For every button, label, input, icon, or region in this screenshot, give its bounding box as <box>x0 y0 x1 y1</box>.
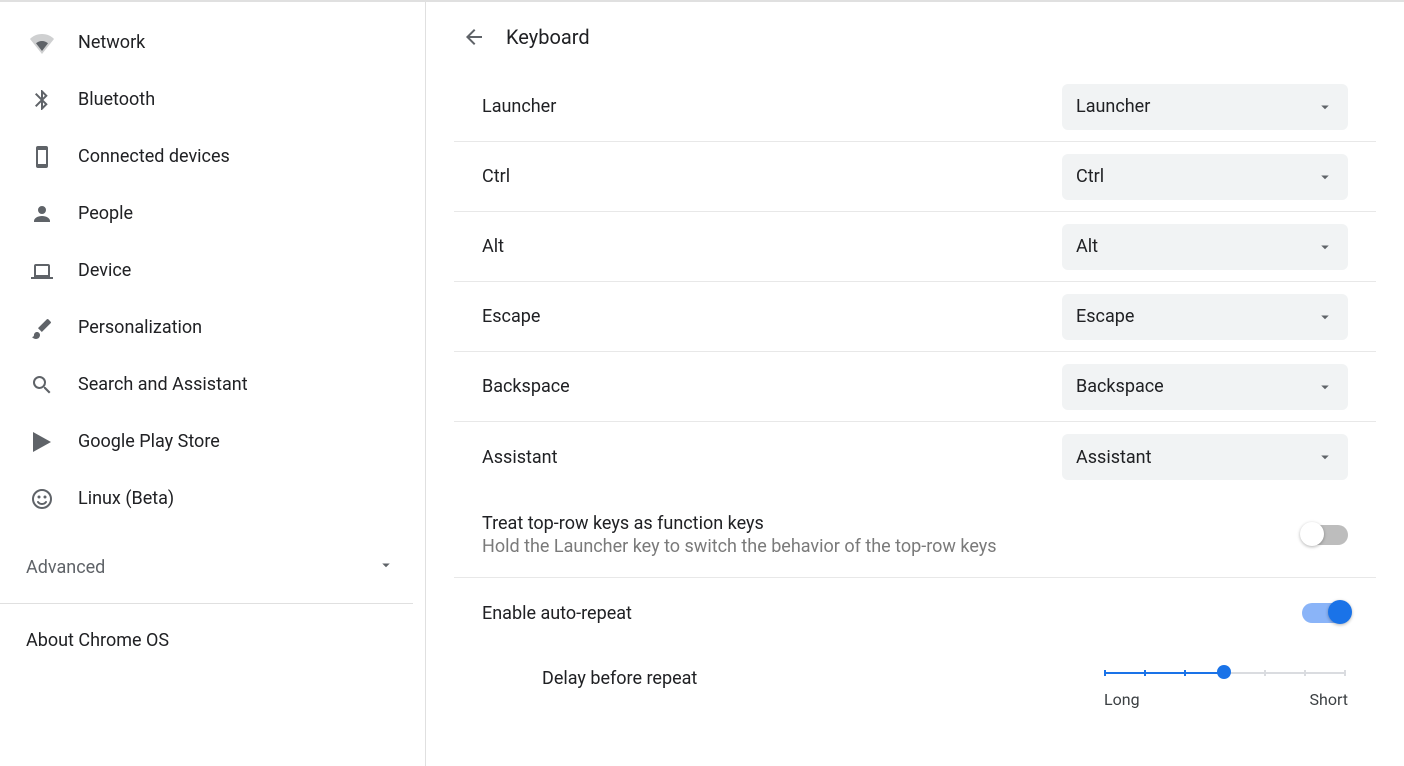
sidebar-advanced-toggle[interactable]: Advanced <box>0 537 425 597</box>
chevron-down-icon <box>1316 308 1334 326</box>
wifi-icon <box>30 31 54 55</box>
back-button[interactable] <box>454 17 494 57</box>
slider-tick <box>1104 670 1106 676</box>
slider-tick <box>1184 670 1186 676</box>
app-root: Network Bluetooth Connected devices Peop… <box>0 0 1404 766</box>
top-divider <box>0 0 1404 2</box>
chevron-down-icon <box>377 556 395 579</box>
sidebar-advanced-label: Advanced <box>26 557 105 578</box>
key-label: Escape <box>482 306 540 327</box>
sidebar-item-network[interactable]: Network <box>0 14 425 71</box>
row-key-mapping: Alt Alt <box>454 212 1376 282</box>
sidebar-item-bluetooth[interactable]: Bluetooth <box>0 71 425 128</box>
key-dropdown-value: Launcher <box>1076 96 1150 117</box>
chevron-down-icon <box>1316 238 1334 256</box>
key-dropdown[interactable]: Ctrl <box>1062 154 1348 200</box>
key-dropdown-value: Ctrl <box>1076 166 1104 187</box>
sidebar-item-personalization[interactable]: Personalization <box>0 299 425 356</box>
key-dropdown[interactable]: Assistant <box>1062 434 1348 480</box>
key-dropdown-value: Escape <box>1076 306 1134 327</box>
delay-label: Delay before repeat <box>542 668 697 689</box>
delay-min-label: Long <box>1104 690 1140 709</box>
delay-slider[interactable] <box>1104 668 1344 678</box>
sidebar-item-connected-devices[interactable]: Connected devices <box>0 128 425 185</box>
chevron-down-icon <box>1316 378 1334 396</box>
play-icon <box>30 430 54 454</box>
key-label: Assistant <box>482 447 558 468</box>
sidebar-item-label: Bluetooth <box>78 89 155 110</box>
toggle-knob <box>1328 600 1352 624</box>
sidebar-item-people[interactable]: People <box>0 185 425 242</box>
slider-track-fill <box>1104 672 1224 674</box>
chevron-down-icon <box>1316 168 1334 186</box>
sidebar-about[interactable]: About Chrome OS <box>0 610 425 671</box>
function-keys-toggle[interactable] <box>1302 525 1348 545</box>
linux-icon <box>30 487 54 511</box>
sidebar-about-label: About Chrome OS <box>26 630 169 651</box>
slider-knob <box>1217 665 1231 679</box>
delay-max-label: Short <box>1310 690 1348 709</box>
slider-tick <box>1344 670 1346 676</box>
sidebar-item-label: People <box>78 203 133 224</box>
phone-icon <box>30 145 54 169</box>
key-dropdown[interactable]: Alt <box>1062 224 1348 270</box>
sidebar-divider <box>0 603 413 604</box>
slider-tick <box>1264 670 1266 676</box>
sidebar-item-label: Linux (Beta) <box>78 488 174 509</box>
function-keys-label: Treat top-row keys as function keys <box>482 513 997 534</box>
key-dropdown-value: Assistant <box>1076 447 1152 468</box>
sidebar-item-label: Network <box>78 32 145 53</box>
row-key-mapping: Launcher Launcher <box>454 72 1376 142</box>
search-icon <box>30 373 54 397</box>
row-key-mapping: Backspace Backspace <box>454 352 1376 422</box>
sidebar-item-label: Connected devices <box>78 146 230 167</box>
auto-repeat-toggle[interactable] <box>1302 603 1348 623</box>
key-dropdown-value: Alt <box>1076 236 1098 257</box>
key-dropdown[interactable]: Launcher <box>1062 84 1348 130</box>
sidebar-item-search-assistant[interactable]: Search and Assistant <box>0 356 425 413</box>
bluetooth-icon <box>30 88 54 112</box>
brush-icon <box>30 316 54 340</box>
key-label: Alt <box>482 236 504 257</box>
sidebar-item-label: Search and Assistant <box>78 374 248 395</box>
key-dropdown[interactable]: Escape <box>1062 294 1348 340</box>
chevron-down-icon <box>1316 98 1334 116</box>
row-key-mapping: Assistant Assistant <box>454 422 1376 492</box>
toggle-knob <box>1300 522 1324 546</box>
sidebar-item-label: Device <box>78 260 131 281</box>
laptop-icon <box>30 259 54 283</box>
sidebar-item-device[interactable]: Device <box>0 242 425 299</box>
person-icon <box>30 202 54 226</box>
row-key-mapping: Escape Escape <box>454 282 1376 352</box>
sidebar: Network Bluetooth Connected devices Peop… <box>0 2 426 766</box>
row-key-mapping: Ctrl Ctrl <box>454 142 1376 212</box>
sidebar-item-label: Personalization <box>78 317 202 338</box>
row-function-keys: Treat top-row keys as function keys Hold… <box>454 492 1376 578</box>
slider-tick <box>1304 670 1306 676</box>
sidebar-item-play-store[interactable]: Google Play Store <box>0 413 425 470</box>
sidebar-item-linux[interactable]: Linux (Beta) <box>0 470 425 527</box>
key-label: Launcher <box>482 96 556 117</box>
page-title: Keyboard <box>506 25 590 49</box>
key-label: Backspace <box>482 376 570 397</box>
key-dropdown-value: Backspace <box>1076 376 1164 397</box>
slider-tick <box>1144 670 1146 676</box>
row-delay-before-repeat: Delay before repeat <box>454 648 1376 719</box>
key-label: Ctrl <box>482 166 510 187</box>
key-dropdown[interactable]: Backspace <box>1062 364 1348 410</box>
auto-repeat-label: Enable auto-repeat <box>482 603 632 624</box>
page-header: Keyboard <box>426 2 1404 72</box>
sidebar-item-label: Google Play Store <box>78 431 220 452</box>
content: LauncherLauncherCtrlCtrlAltAltEscapeEsca… <box>426 72 1404 766</box>
row-auto-repeat: Enable auto-repeat <box>454 578 1376 648</box>
function-keys-sublabel: Hold the Launcher key to switch the beha… <box>482 536 997 557</box>
main-panel: Keyboard Launcher Launcher Ctrl Ctrl Alt Alt E… <box>426 2 1404 766</box>
chevron-down-icon <box>1316 448 1334 466</box>
settings-card: LauncherLauncherCtrlCtrlAltAltEscapeEsca… <box>454 72 1376 719</box>
